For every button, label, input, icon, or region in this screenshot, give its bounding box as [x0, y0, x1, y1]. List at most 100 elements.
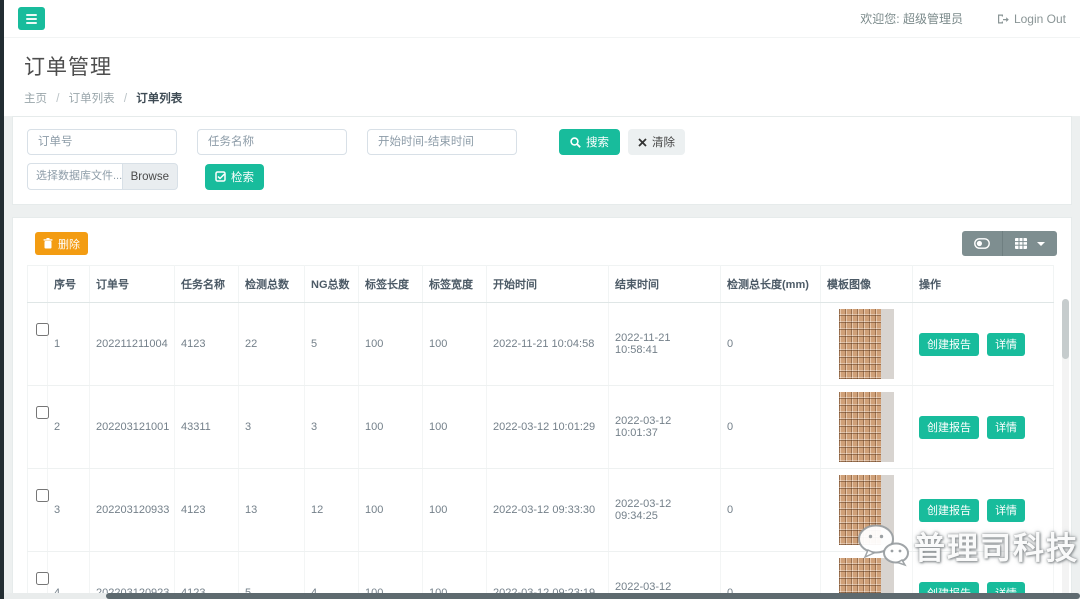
table-row: 2 202203121001 43311 3 3 100 100 2022-03…	[28, 386, 1054, 469]
vertical-scrollbar-thumb[interactable]	[1062, 299, 1069, 359]
cell-end-time: 2022-03-12 09:34:25	[609, 469, 721, 552]
search-button-label: 搜索	[586, 134, 609, 150]
header-actions: 操作	[913, 266, 1054, 303]
retrieve-button[interactable]: 检索	[205, 164, 264, 190]
order-table: 序号 订单号 任务名称 检测总数 NG总数 标签长度 标签宽度 开始时间 结束时…	[27, 265, 1054, 599]
cell-seq: 3	[48, 469, 90, 552]
cell-template-image	[821, 552, 913, 599]
breadcrumb-separator: /	[56, 93, 59, 105]
details-button[interactable]: 详情	[987, 499, 1025, 522]
top-navbar: 欢迎您: 超级管理员 Login Out	[4, 0, 1080, 38]
create-report-button[interactable]: 创建报告	[919, 499, 979, 522]
cell-total-count: 13	[239, 469, 305, 552]
header-ng-count: NG总数	[305, 266, 359, 303]
cell-label-length: 100	[359, 469, 423, 552]
cell-label-width: 100	[423, 303, 487, 386]
vertical-scrollbar	[1062, 299, 1069, 599]
cell-order-no: 202203120933	[90, 469, 175, 552]
columns-dropdown-button[interactable]	[1003, 231, 1057, 256]
row-checkbox-cell	[28, 552, 48, 599]
row-checkbox[interactable]	[36, 406, 49, 419]
cell-seq: 1	[48, 303, 90, 386]
breadcrumb-separator: /	[124, 93, 127, 105]
cell-actions: 创建报告 详情	[913, 386, 1054, 469]
create-report-button[interactable]: 创建报告	[919, 333, 979, 356]
header-start-time: 开始时间	[487, 266, 609, 303]
header-template-image: 模板图像	[821, 266, 913, 303]
cell-label-length: 100	[359, 303, 423, 386]
task-name-input[interactable]	[197, 129, 347, 155]
delete-button[interactable]: 删除	[35, 232, 88, 255]
filter-row-2: 选择数据库文件... Browse 检索	[27, 163, 1057, 190]
horizontal-scrollbar-thumb[interactable]	[106, 593, 1080, 599]
magnifier-icon	[570, 137, 581, 148]
app-container: 欢迎您: 超级管理员 Login Out 订单管理 主页 / 订单列表 / 订单…	[4, 0, 1080, 599]
header-seq: 序号	[48, 266, 90, 303]
cell-template-image	[821, 386, 913, 469]
search-button[interactable]: 搜索	[559, 129, 620, 155]
cell-order-no: 202211211004	[90, 303, 175, 386]
trash-icon	[43, 238, 53, 249]
cell-total-length: 0	[721, 303, 821, 386]
header-label-width: 标签宽度	[423, 266, 487, 303]
cell-total-count: 5	[239, 552, 305, 599]
cell-ng-count: 5	[305, 303, 359, 386]
breadcrumb-home[interactable]: 主页	[24, 93, 47, 105]
table-row: 1 202211211004 4123 22 5 100 100 2022-11…	[28, 303, 1054, 386]
details-button[interactable]: 详情	[987, 416, 1025, 439]
cell-actions: 创建报告 详情	[913, 469, 1054, 552]
cell-order-no: 202203120923	[90, 552, 175, 599]
caret-down-icon	[1037, 242, 1045, 246]
cell-ng-count: 3	[305, 386, 359, 469]
cell-end-time: 2022-03-12 09:23:54	[609, 552, 721, 599]
table-container: 序号 订单号 任务名称 检测总数 NG总数 标签长度 标签宽度 开始时间 结束时…	[27, 265, 1057, 599]
breadcrumb-order-list[interactable]: 订单列表	[69, 93, 115, 105]
cell-template-image	[821, 303, 913, 386]
template-image-thumbnail	[839, 309, 894, 379]
menu-toggle-button[interactable]	[18, 7, 45, 30]
breadcrumb: 主页 / 订单列表 / 订单列表	[24, 90, 1060, 106]
order-no-input[interactable]	[27, 129, 177, 155]
file-input-text[interactable]: 选择数据库文件...	[27, 163, 122, 190]
sign-out-icon	[997, 13, 1009, 25]
time-range-input[interactable]	[367, 129, 517, 155]
delete-button-label: 删除	[58, 236, 80, 252]
toggle-view-button[interactable]	[962, 231, 1003, 256]
filter-row-1: 搜索 清除	[27, 129, 1057, 155]
cell-start-time: 2022-03-12 10:01:29	[487, 386, 609, 469]
row-checkbox[interactable]	[36, 489, 49, 502]
row-checkbox-cell	[28, 303, 48, 386]
table-toolbar: 删除	[27, 218, 1057, 265]
header-end-time: 结束时间	[609, 266, 721, 303]
cell-start-time: 2022-03-12 09:33:30	[487, 469, 609, 552]
create-report-button[interactable]: 创建报告	[919, 416, 979, 439]
cell-order-no: 202203121001	[90, 386, 175, 469]
order-table-panel: 删除	[12, 217, 1072, 599]
header-order-no: 订单号	[90, 266, 175, 303]
row-checkbox-cell	[28, 469, 48, 552]
filter-panel: 搜索 清除 选择数据库文件... Browse 检索	[12, 116, 1072, 205]
cell-template-image	[821, 469, 913, 552]
page-title: 订单管理	[24, 51, 1060, 81]
breadcrumb-current: 订单列表	[136, 93, 182, 105]
template-image-thumbnail	[839, 475, 894, 545]
details-button[interactable]: 详情	[987, 333, 1025, 356]
browse-button[interactable]: Browse	[122, 163, 178, 190]
navbar-right: 欢迎您: 超级管理员 Login Out	[860, 10, 1066, 27]
cell-end-time: 2022-11-21 10:58:41	[609, 303, 721, 386]
template-image-thumbnail	[839, 392, 894, 462]
row-checkbox[interactable]	[36, 323, 49, 336]
cell-seq: 2	[48, 386, 90, 469]
table-row: 4 202203120923 4123 5 4 100 100 2022-03-…	[28, 552, 1054, 599]
table-header: 序号 订单号 任务名称 检测总数 NG总数 标签长度 标签宽度 开始时间 结束时…	[28, 266, 1054, 303]
clear-button[interactable]: 清除	[628, 129, 685, 155]
header-total-count: 检测总数	[239, 266, 305, 303]
cell-total-length: 0	[721, 469, 821, 552]
row-checkbox[interactable]	[36, 572, 49, 585]
logout-link[interactable]: Login Out	[997, 12, 1066, 26]
row-checkbox-cell	[28, 386, 48, 469]
cell-ng-count: 12	[305, 469, 359, 552]
toggle-icon	[974, 238, 990, 249]
cell-total-count: 22	[239, 303, 305, 386]
table-row: 3 202203120933 4123 13 12 100 100 2022-0…	[28, 469, 1054, 552]
